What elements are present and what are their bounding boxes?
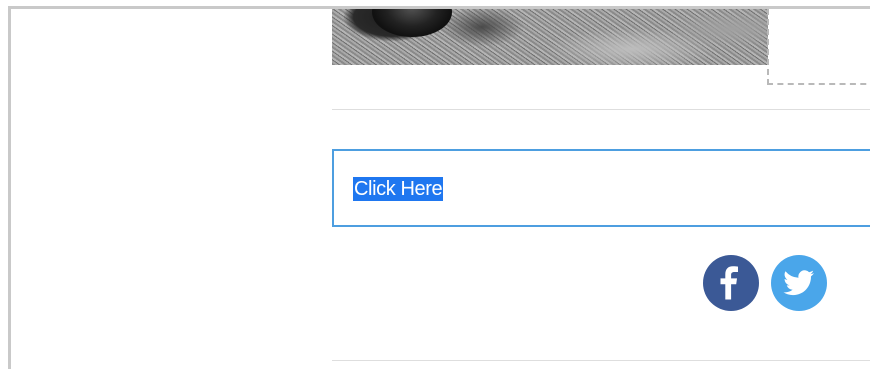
photo-tire-shape [372, 9, 452, 37]
divider-line [332, 360, 870, 361]
button-label[interactable]: Click Here [353, 177, 444, 201]
empty-image-placeholder[interactable] [767, 9, 870, 85]
button-block[interactable]: Click Here [332, 149, 870, 227]
facebook-icon[interactable] [703, 255, 759, 311]
image-block[interactable] [332, 9, 768, 65]
twitter-icon[interactable] [771, 255, 827, 311]
divider-line [332, 109, 870, 110]
twitter-bird-glyph [783, 270, 815, 296]
facebook-f-glyph [720, 266, 738, 300]
